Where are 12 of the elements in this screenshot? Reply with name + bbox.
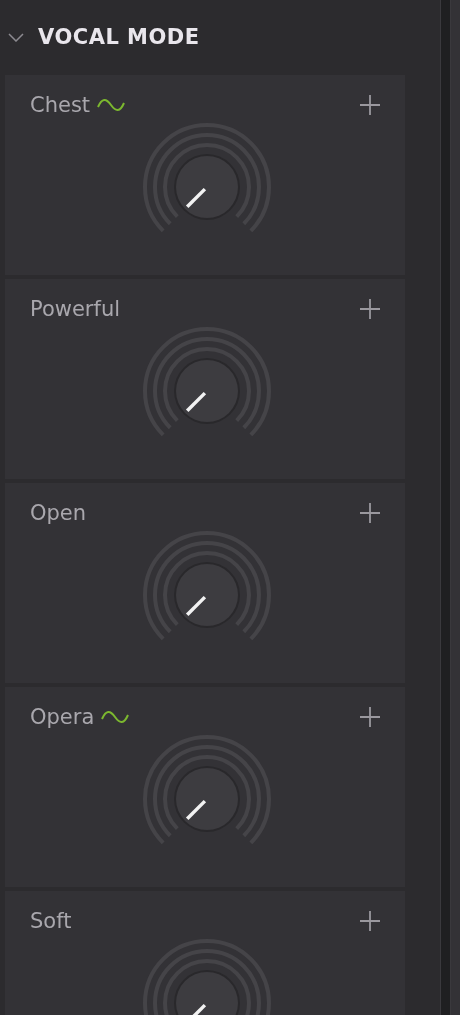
mode-name: Powerful xyxy=(30,297,121,321)
mode-name: Opera xyxy=(30,705,95,729)
mode-name: Soft xyxy=(30,909,72,933)
plus-icon[interactable] xyxy=(359,910,381,932)
plus-icon[interactable] xyxy=(359,502,381,524)
plus-icon[interactable] xyxy=(359,706,381,728)
plus-icon[interactable] xyxy=(359,298,381,320)
mode-name: Open xyxy=(30,501,87,525)
plus-icon[interactable] xyxy=(359,94,381,116)
mode-name: Chest xyxy=(30,93,91,117)
section-title: VOCAL MODE xyxy=(38,24,200,49)
chevron-icon[interactable] xyxy=(8,31,24,42)
